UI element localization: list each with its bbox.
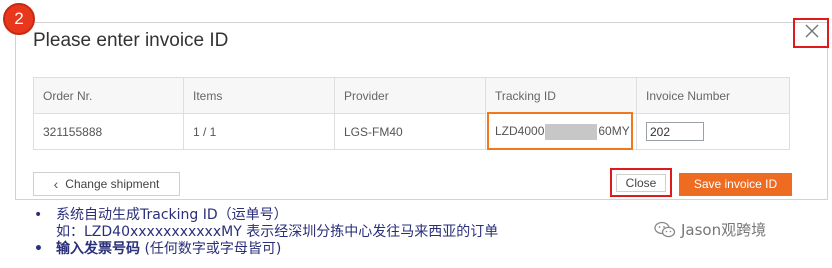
- note-item: • 输入发票号码 (任何数字或字母皆可): [34, 241, 498, 258]
- invoice-number-input[interactable]: [646, 122, 704, 141]
- change-shipment-label: Change shipment: [65, 177, 160, 191]
- tracking-id-text: LZD4000 60MY: [495, 123, 630, 140]
- step-number-badge: 2: [3, 3, 35, 35]
- note-strong-text: 输入发票号码: [56, 241, 140, 257]
- watermark: Jason观跨境: [654, 219, 766, 240]
- table-header-row: Order Nr. Items Provider Tracking ID Inv…: [33, 77, 790, 114]
- chevron-left-icon: ‹: [53, 176, 59, 192]
- note-subtext: 如：LZD40xxxxxxxxxxxMY 表示经深圳分拣中心发往马来西亚的订单: [56, 224, 499, 240]
- bullet: •: [34, 241, 43, 257]
- header-invoice-number: Invoice Number: [636, 77, 790, 114]
- note-item: • 系统自动生成Tracking ID（运单号）: [34, 207, 498, 224]
- close-x-icon[interactable]: [804, 23, 820, 39]
- header-tracking-id: Tracking ID: [485, 77, 637, 114]
- note-text: 系统自动生成Tracking ID（运单号）: [56, 207, 288, 223]
- table-row: 321155888 1 / 1 LGS-FM40 LZD4000 60MY: [33, 112, 790, 150]
- bullet: •: [34, 207, 43, 223]
- header-items: Items: [183, 77, 335, 114]
- items-cell: 1 / 1: [183, 113, 335, 150]
- change-shipment-button[interactable]: ‹ Change shipment: [33, 172, 180, 196]
- tracking-id-suffix: 60MY: [598, 123, 630, 138]
- order-nr-cell: 321155888: [33, 113, 184, 150]
- tracking-id-redaction: [545, 123, 598, 140]
- wechat-icon: [654, 221, 676, 237]
- save-invoice-button[interactable]: Save invoice ID: [679, 173, 792, 196]
- invoice-dialog: Please enter invoice ID Order Nr. Items …: [15, 18, 829, 200]
- close-icon-highlight: [793, 18, 829, 48]
- tracking-id-prefix: LZD4000: [495, 123, 545, 138]
- close-button[interactable]: Close: [616, 174, 666, 192]
- note-text: (任何数字或字母皆可): [140, 241, 282, 257]
- provider-cell: LGS-FM40: [334, 113, 486, 150]
- invoice-number-cell: [636, 113, 790, 150]
- close-button-highlight: Close: [610, 168, 672, 197]
- header-provider: Provider: [334, 77, 486, 114]
- orders-table: Order Nr. Items Provider Tracking ID Inv…: [33, 77, 790, 150]
- dialog-title: Please enter invoice ID: [33, 30, 229, 51]
- header-order-nr: Order Nr.: [33, 77, 184, 114]
- tracking-id-cell: LZD4000 60MY: [485, 112, 637, 150]
- watermark-text: Jason观跨境: [681, 221, 767, 239]
- notes: • 系统自动生成Tracking ID（运单号） 如：LZD40xxxxxxxx…: [34, 207, 498, 258]
